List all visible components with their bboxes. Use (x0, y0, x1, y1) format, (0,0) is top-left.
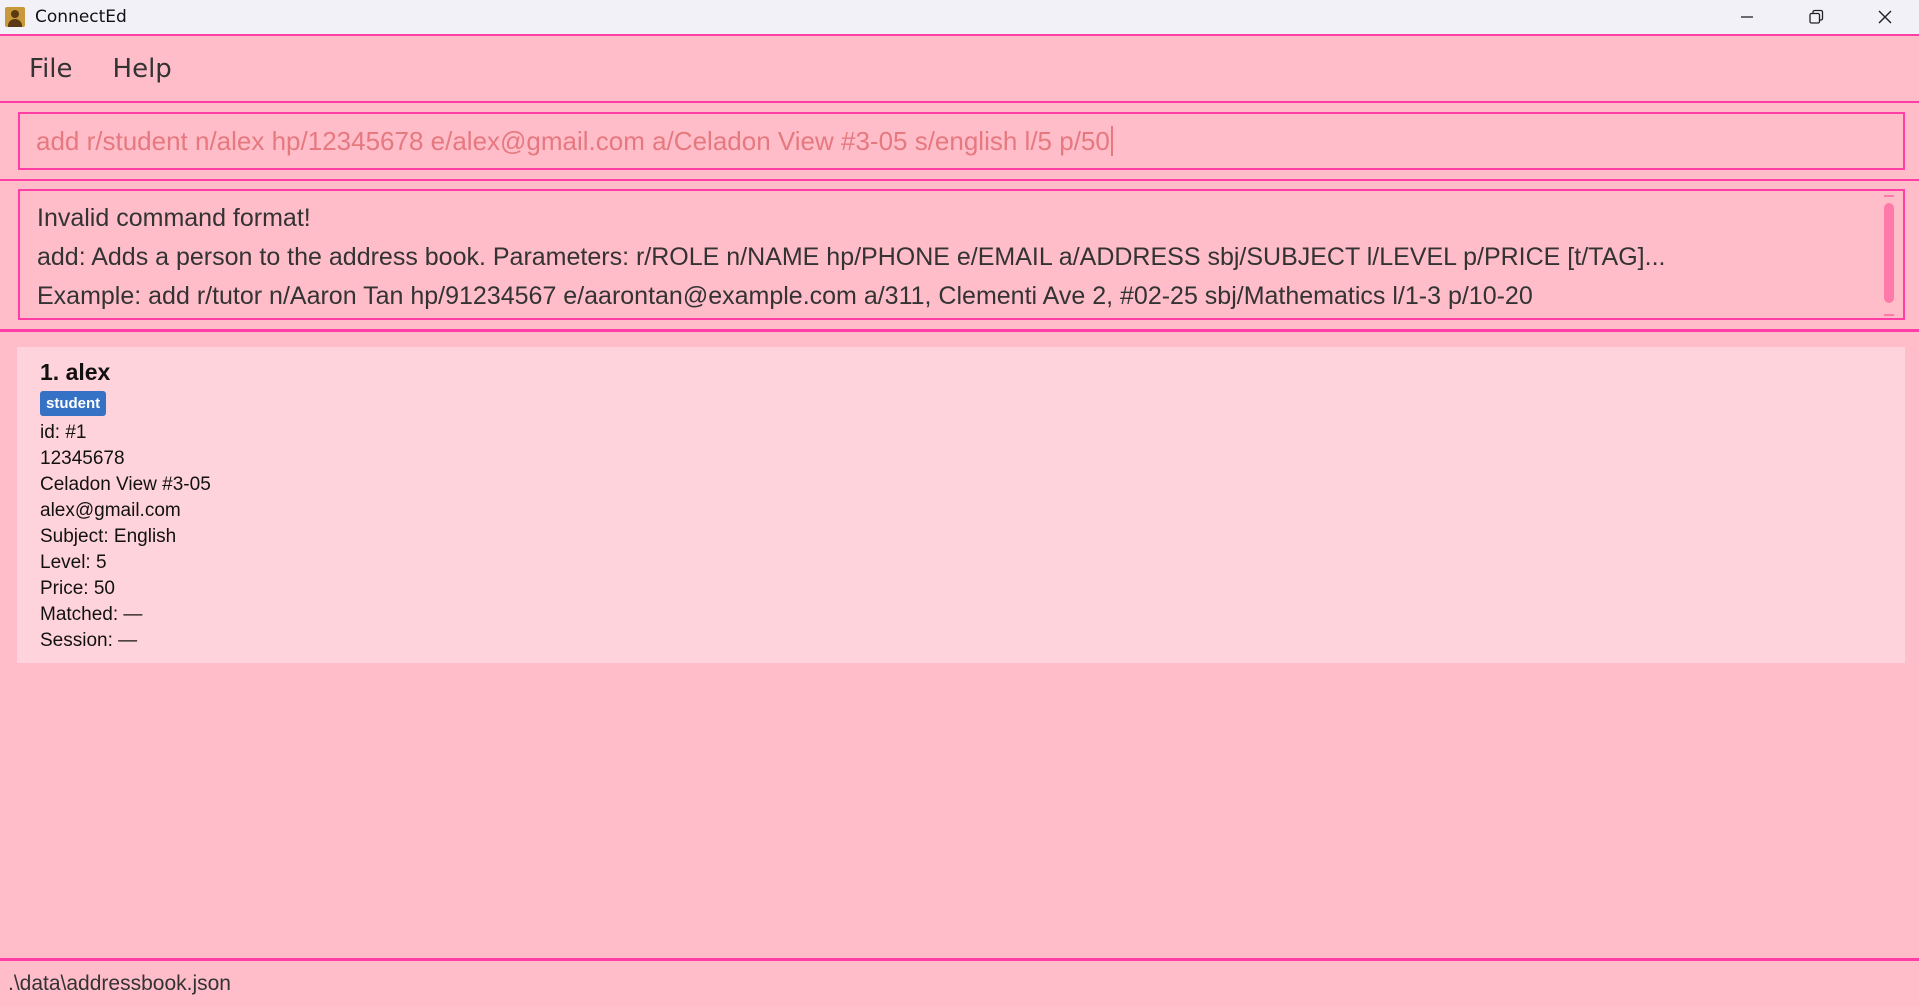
app-window: ConnectEd File Help add r/student n/alex… (0, 0, 1919, 1006)
result-line-usage: add: Adds a person to the address book. … (37, 243, 1666, 271)
status-file-path: .\data\addressbook.json (8, 971, 231, 995)
person-subject: Subject: English (40, 526, 177, 547)
menu-file[interactable]: File (29, 54, 73, 84)
result-line-error: Invalid command format! (37, 204, 311, 232)
person-email: alex@gmail.com (40, 500, 181, 521)
result-scrollbar[interactable] (1883, 195, 1895, 316)
person-address: Celadon View #3-05 (40, 474, 211, 495)
person-price: Price: 50 (40, 578, 115, 599)
person-id: id: #1 (40, 422, 87, 443)
window-title: ConnectEd (35, 7, 127, 27)
app-icon (5, 7, 25, 27)
scroll-down-arrow[interactable] (1884, 314, 1894, 316)
window-controls (1712, 0, 1919, 34)
person-name: 1. alex (40, 359, 111, 385)
result-display-container: Invalid command format! add: Adds a pers… (0, 181, 1919, 332)
restore-icon (1808, 9, 1823, 24)
menu-help[interactable]: Help (113, 54, 172, 84)
menu-bar: File Help (0, 34, 1919, 103)
person-matched: Matched: — (40, 604, 143, 625)
text-caret (1110, 126, 1113, 156)
close-button[interactable] (1850, 0, 1919, 34)
person-session: Session: — (40, 630, 138, 651)
status-bar: .\data\addressbook.json (0, 958, 1919, 1006)
scroll-up-arrow[interactable] (1884, 195, 1894, 197)
command-text: add r/student n/alex hp/12345678 e/alex@… (36, 125, 1110, 156)
role-tag: student (40, 391, 107, 416)
person-phone: 12345678 (40, 448, 125, 469)
person-card[interactable]: 1. alex student id: #1 12345678 Celadon … (17, 347, 1905, 663)
person-list: 1. alex student id: #1 12345678 Celadon … (0, 332, 1919, 958)
person-level: Level: 5 (40, 552, 107, 573)
restore-button[interactable] (1781, 0, 1850, 34)
result-display[interactable]: Invalid command format! add: Adds a pers… (18, 189, 1905, 320)
command-box-container: add r/student n/alex hp/12345678 e/alex@… (0, 103, 1919, 181)
result-line-example: Example: add r/tutor n/Aaron Tan hp/9123… (37, 282, 1533, 310)
minimize-icon (1740, 16, 1753, 18)
command-input[interactable]: add r/student n/alex hp/12345678 e/alex@… (18, 112, 1905, 170)
minimize-button[interactable] (1712, 0, 1781, 34)
title-bar: ConnectEd (0, 0, 1919, 34)
scroll-thumb[interactable] (1884, 203, 1894, 303)
close-icon (1878, 10, 1891, 24)
